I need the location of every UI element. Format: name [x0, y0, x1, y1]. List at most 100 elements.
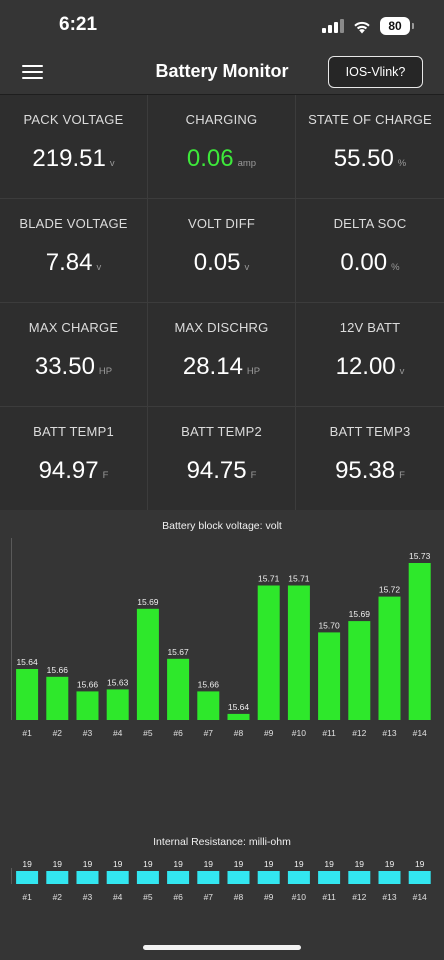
metric-tile: VOLT DIFF 0.05 v [148, 199, 296, 303]
metric-value-row: 33.50 HP [0, 353, 147, 381]
metric-unit: % [391, 262, 400, 273]
metric-label: 12V BATT [339, 320, 401, 335]
x-tick-label: #13 [382, 892, 396, 902]
metric-label: PACK VOLTAGE [23, 112, 124, 127]
bar-block-11 [318, 632, 341, 720]
metric-tile: PACK VOLTAGE 219.51 v [0, 95, 148, 199]
status-time: 6:21 [59, 14, 98, 35]
x-tick-label: #14 [413, 892, 427, 902]
bar-block-5 [136, 608, 159, 720]
bar-block-9 [257, 585, 280, 720]
x-tick-label: #5 [143, 892, 153, 902]
metric-value-row: 0.05 v [148, 249, 295, 277]
bar-value-label: 15.63 [107, 677, 129, 687]
metric-unit: amp [237, 158, 257, 169]
bar-value-label: 19 [355, 859, 365, 869]
metric-label: STATE OF CHARGE [308, 112, 432, 127]
metric-value-row: 7.84 v [0, 249, 147, 277]
metric-value: 94.75 [186, 457, 247, 484]
metric-unit: F [399, 470, 405, 481]
resistance-bar-chart: 19 #1 19 #2 19 #3 19 #4 19 #5 19 #6 19 #7 19 #8 19 #9 19 #1… [11, 859, 431, 902]
metric-value-row: 95.38 F [296, 457, 444, 485]
charts-panel: Battery block voltage: volt 15.64 #1 15.66… [0, 510, 444, 960]
metric-tile: 12V BATT 12.00 v [296, 303, 444, 407]
bar-value-label: 19 [83, 859, 93, 869]
x-tick-label: #12 [352, 728, 366, 738]
x-tick-label: #12 [352, 892, 366, 902]
metric-value-row: 94.75 F [148, 457, 295, 485]
resistance-chart-title: Internal Resistance: milli-ohm [153, 836, 291, 848]
home-indicator[interactable] [143, 945, 301, 950]
bar-block-12 [348, 621, 371, 720]
x-tick-label: #9 [264, 892, 274, 902]
bar-value-label: 15.67 [167, 647, 189, 657]
metric-unit: v [109, 158, 115, 169]
metric-unit: F [102, 470, 109, 481]
x-tick-label: #9 [264, 728, 274, 738]
metric-value-row: 12.00 v [296, 353, 444, 381]
metric-label: BLADE VOLTAGE [19, 216, 128, 231]
metric-value: 94.97 [38, 457, 99, 484]
bar-value-label: 15.70 [318, 620, 340, 630]
nav-bar: Battery Monitor IOS-Vlink? [0, 50, 444, 94]
metric-label: DELTA SOC [333, 216, 407, 231]
metric-unit: F [250, 470, 257, 481]
x-tick-label: #2 [53, 728, 63, 738]
bar-value-label: 15.73 [409, 551, 431, 561]
metric-tile: BLADE VOLTAGE 7.84 v [0, 199, 148, 303]
bar-block-2 [46, 676, 69, 720]
bar-value-label: 19 [324, 859, 334, 869]
metric-value: 28.14 [182, 353, 243, 380]
metric-label: MAX CHARGE [28, 320, 119, 335]
metrics-grid: PACK VOLTAGE 219.51 v CHARGING 0.06 amp STATE … [0, 94, 444, 511]
x-tick-label: #8 [234, 892, 244, 902]
metric-value-row: 28.14 HP [148, 353, 295, 381]
metric-value: 0.05 [193, 249, 241, 276]
hamburger-menu-icon[interactable] [22, 64, 44, 80]
x-tick-label: #3 [83, 728, 93, 738]
x-tick-label: #2 [53, 892, 63, 902]
bar-value-label: 15.71 [258, 574, 280, 584]
bar-block-14 [408, 871, 431, 884]
bar-block-4 [106, 871, 129, 884]
bar-value-label: 19 [264, 859, 274, 869]
x-tick-label: #10 [292, 892, 306, 902]
x-tick-label: #3 [83, 892, 93, 902]
bar-value-label: 19 [234, 859, 244, 869]
metric-tile: DELTA SOC 0.00% [296, 199, 444, 303]
x-tick-label: #5 [143, 728, 153, 738]
metric-label: MAX DISCHRG [174, 320, 269, 335]
bar-value-label: 15.64 [228, 702, 250, 712]
bar-block-10 [287, 871, 310, 884]
bar-value-label: 15.66 [77, 679, 99, 689]
x-tick-label: #8 [234, 728, 244, 738]
bar-block-11 [318, 871, 341, 884]
metric-value: 7.84 [45, 249, 93, 276]
metric-value: 55.50 [333, 145, 394, 172]
bar-value-label: 19 [53, 859, 63, 869]
bar-value-label: 19 [143, 859, 153, 869]
metric-unit: v [244, 262, 250, 273]
bar-value-label: 15.72 [379, 585, 401, 595]
status-icons: 80 [322, 17, 414, 35]
bar-value-label: 15.66 [47, 665, 69, 675]
metric-value-row: 55.50% [296, 145, 444, 173]
x-tick-label: #1 [22, 728, 32, 738]
x-tick-label: #11 [322, 728, 336, 738]
x-tick-label: #7 [204, 892, 214, 902]
bar-value-label: 19 [113, 859, 123, 869]
x-tick-label: #1 [22, 892, 32, 902]
metric-value: 0.06 [186, 145, 234, 172]
x-tick-label: #6 [173, 728, 183, 738]
metric-unit: HP [246, 366, 261, 377]
signal-icon [322, 19, 344, 33]
status-bar: 6:21 80 [0, 0, 444, 50]
battery-monitor-screen: 6:21 80 Battery Monitor IOS-Vlink? PACK … [0, 0, 444, 960]
bar-block-3 [76, 691, 99, 720]
metric-tile: CHARGING 0.06 amp [148, 95, 296, 199]
metric-label: BATT TEMP2 [181, 424, 262, 439]
bar-block-6 [167, 871, 190, 884]
vlink-connect-button[interactable]: IOS-Vlink? [328, 56, 423, 88]
metric-label: BATT TEMP1 [33, 424, 114, 439]
bar-block-8 [227, 713, 250, 720]
